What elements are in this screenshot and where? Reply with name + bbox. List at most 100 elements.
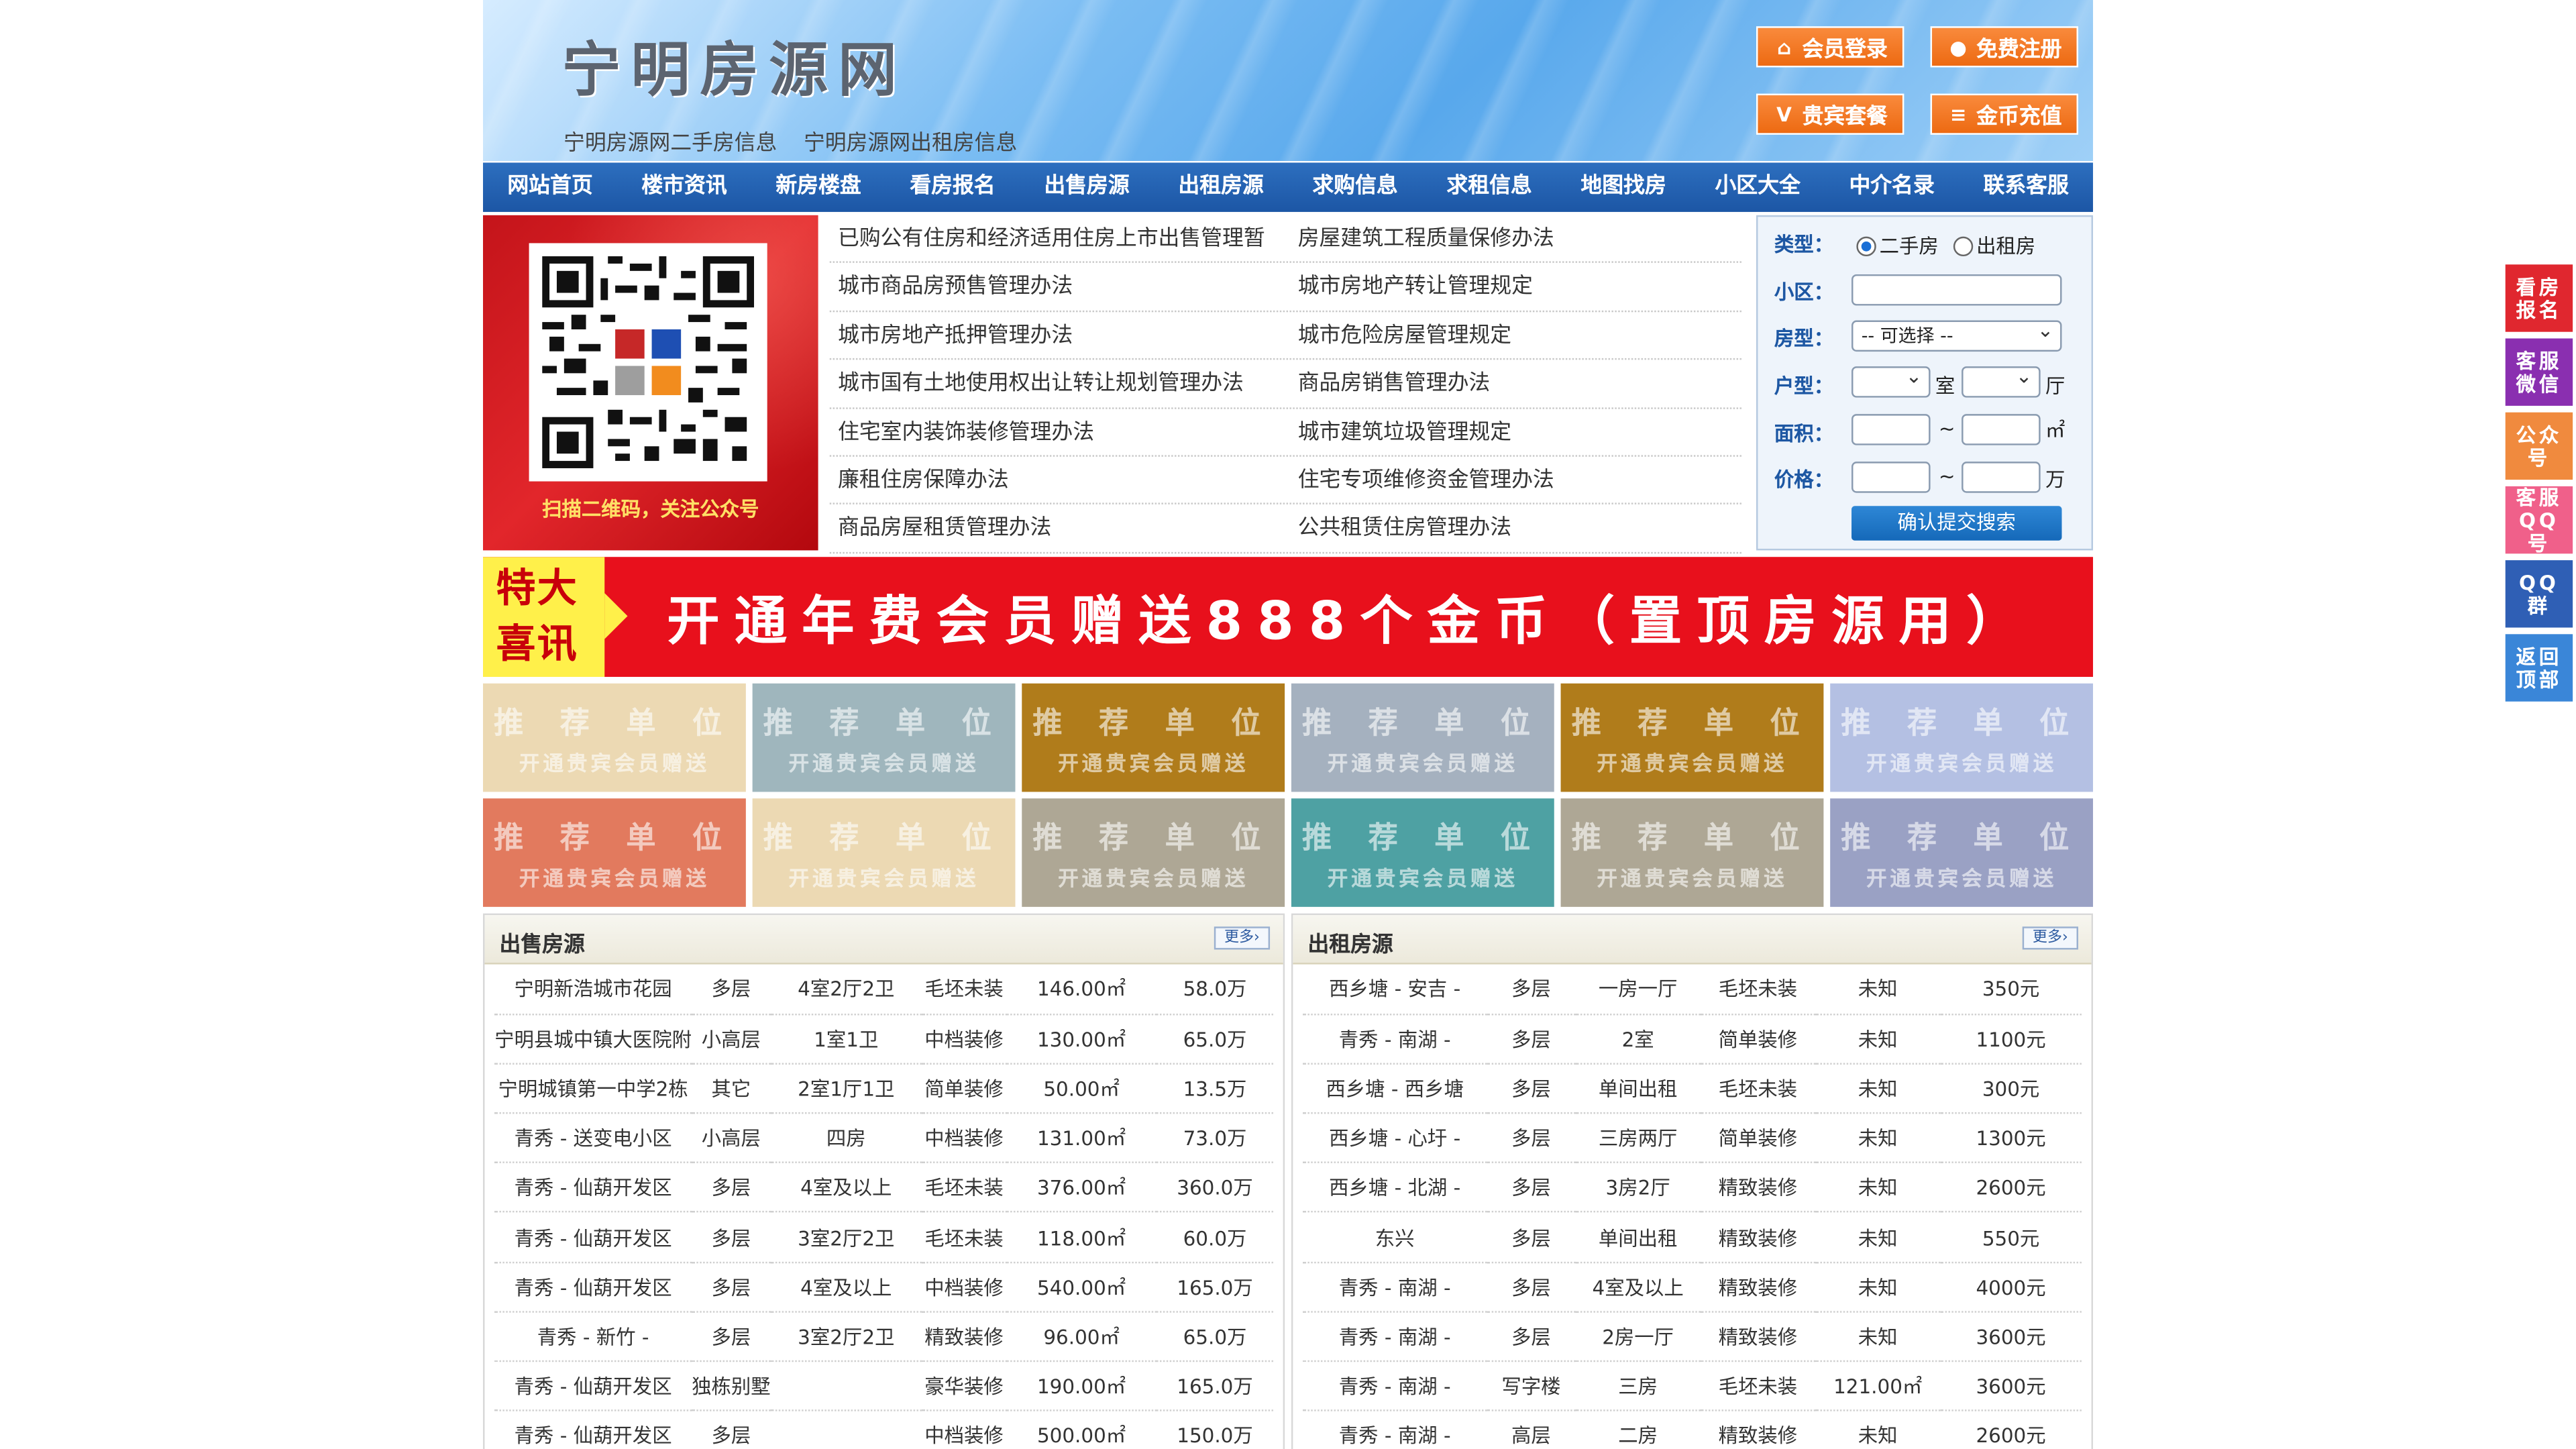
secondhand-link[interactable]: 宁明房源网二手房信息 bbox=[564, 131, 777, 156]
table-row[interactable]: 青秀 - 仙葫开发区 多层 4室及以上 中档装修 540.00㎡ 165.0万 bbox=[494, 1262, 1273, 1313]
policy-link[interactable]: 商品房销售管理办法 bbox=[1289, 360, 1750, 407]
vip-package-button[interactable]: V 贵宾套餐 bbox=[1756, 93, 1904, 135]
side-float-button[interactable]: 返回顶部 bbox=[2505, 634, 2573, 702]
nav-new-homes[interactable]: 新房楼盘 bbox=[751, 162, 885, 211]
policy-link[interactable]: 廉租住房保障办法 bbox=[830, 457, 1290, 504]
site-logo[interactable]: 宁明房源网 bbox=[562, 23, 907, 108]
table-row[interactable]: 青秀 - 仙葫开发区 独栋别墅 豪华装修 190.00㎡ 165.0万 bbox=[494, 1360, 1273, 1412]
promo-banner[interactable]: 特大 喜讯 开通年费会员赠送888个金币（置顶房源用） bbox=[483, 557, 2094, 677]
policy-link[interactable]: 已购公有住房和经济适用住房上市出售管理暂 bbox=[830, 215, 1290, 262]
table-row[interactable]: 青秀 - 送变电小区 小高层 四房 中档装修 131.00㎡ 73.0万 bbox=[494, 1113, 1273, 1164]
nav-home[interactable]: 网站首页 bbox=[483, 162, 617, 211]
table-cell[interactable]: 青秀 - 仙葫开发区 bbox=[494, 1360, 692, 1412]
policy-link[interactable]: 城市国有土地使用权出让转让规划管理办法 bbox=[830, 360, 1290, 407]
table-row[interactable]: 宁明新浩城市花园 多层 4室2厅2卫 毛坯未装 146.00㎡ 58.0万 bbox=[494, 964, 1273, 1015]
table-row[interactable]: 西乡塘 - 北湖 - 多层 3房2厅 精致装修 未知 2600元 bbox=[1303, 1163, 2082, 1214]
table-row[interactable]: 青秀 - 南湖 - 多层 4室及以上 精致装修 未知 4000元 bbox=[1303, 1262, 2082, 1313]
nav-map-search[interactable]: 地图找房 bbox=[1556, 162, 1690, 211]
table-cell[interactable]: 东兴 bbox=[1303, 1212, 1487, 1263]
table-cell[interactable]: 西乡塘 - 安吉 - bbox=[1303, 964, 1487, 1015]
nav-for-sale[interactable]: 出售房源 bbox=[1020, 162, 1154, 211]
recommended-unit-tile[interactable]: 推 荐 单 位开通贵宾会员赠送 bbox=[752, 683, 1016, 792]
policy-link[interactable]: 房屋建筑工程质量保修办法 bbox=[1289, 215, 1750, 262]
search-submit-button[interactable]: 确认提交搜索 bbox=[1851, 506, 2062, 541]
policy-link[interactable]: 城市危险房屋管理规定 bbox=[1289, 312, 1750, 359]
table-cell[interactable]: 青秀 - 南湖 - bbox=[1303, 1311, 1487, 1362]
recommended-unit-tile[interactable]: 推 荐 单 位开通贵宾会员赠送 bbox=[483, 798, 746, 907]
login-button[interactable]: ⌂ 会员登录 bbox=[1756, 26, 1904, 68]
sale-more-button[interactable]: 更多› bbox=[1214, 926, 1271, 950]
nav-contact[interactable]: 联系客服 bbox=[1959, 162, 2093, 211]
table-cell[interactable]: 宁明新浩城市花园 bbox=[494, 964, 692, 1015]
table-row[interactable]: 西乡塘 - 心圩 - 多层 三房两厅 简单装修 未知 1300元 bbox=[1303, 1113, 2082, 1164]
table-cell[interactable]: 青秀 - 送变电小区 bbox=[494, 1113, 692, 1164]
table-row[interactable]: 青秀 - 南湖 - 高层 二房 精致装修 未知 2600元 bbox=[1303, 1410, 2082, 1449]
nav-news[interactable]: 楼市资讯 bbox=[617, 162, 751, 211]
table-cell[interactable]: 青秀 - 南湖 - bbox=[1303, 1014, 1487, 1065]
room-type-select[interactable]: -- 可选择 -- bbox=[1851, 317, 2062, 352]
policy-link[interactable]: 城市房地产转让管理规定 bbox=[1289, 264, 1750, 311]
table-cell[interactable]: 西乡塘 - 西乡塘 bbox=[1303, 1063, 1487, 1114]
policy-link[interactable]: 商品房屋租赁管理办法 bbox=[830, 505, 1290, 552]
policy-link[interactable]: 公共租赁住房管理办法 bbox=[1289, 505, 1750, 552]
side-float-button[interactable]: 看房报名 bbox=[2505, 264, 2573, 332]
community-input[interactable] bbox=[1851, 274, 2062, 306]
recommended-unit-tile[interactable]: 推 荐 单 位开通贵宾会员赠送 bbox=[1291, 683, 1554, 792]
table-cell[interactable]: 青秀 - 南湖 - bbox=[1303, 1410, 1487, 1449]
table-row[interactable]: 青秀 - 南湖 - 多层 2房一厅 精致装修 未知 3600元 bbox=[1303, 1311, 2082, 1362]
nav-agencies[interactable]: 中介名录 bbox=[1825, 162, 1959, 211]
recommended-unit-tile[interactable]: 推 荐 单 位开通贵宾会员赠送 bbox=[752, 798, 1016, 907]
table-row[interactable]: 青秀 - 仙葫开发区 多层 3室2厅2卫 毛坯未装 118.00㎡ 60.0万 bbox=[494, 1212, 1273, 1263]
table-row[interactable]: 宁明县城中镇大医院附 小高层 1室1卫 中档装修 130.00㎡ 65.0万 bbox=[494, 1014, 1273, 1065]
rental-link[interactable]: 宁明房源网出租房信息 bbox=[804, 131, 1017, 156]
type-radio-rental[interactable]: 出租房 bbox=[1953, 231, 2035, 260]
side-float-button[interactable]: 客服QQ号 bbox=[2505, 486, 2573, 555]
nav-communities[interactable]: 小区大全 bbox=[1690, 162, 1825, 211]
nav-for-rent[interactable]: 出租房源 bbox=[1154, 162, 1288, 211]
policy-link[interactable]: 城市商品房预售管理办法 bbox=[830, 264, 1290, 311]
halls-select[interactable] bbox=[1962, 363, 2041, 398]
policy-link[interactable]: 城市房地产抵押管理办法 bbox=[830, 312, 1290, 359]
table-row[interactable]: 东兴 多层 单间出租 精致装修 未知 550元 bbox=[1303, 1212, 2082, 1263]
table-cell[interactable]: 宁明城镇第一中学2栋 bbox=[494, 1063, 692, 1114]
table-row[interactable]: 青秀 - 仙葫开发区 多层 4室及以上 毛坯未装 376.00㎡ 360.0万 bbox=[494, 1163, 1273, 1214]
coin-recharge-button[interactable]: ≡ 金币充值 bbox=[1930, 93, 2078, 135]
table-row[interactable]: 青秀 - 南湖 - 多层 2室 简单装修 未知 1100元 bbox=[1303, 1014, 2082, 1065]
table-cell[interactable]: 青秀 - 南湖 - bbox=[1303, 1360, 1487, 1412]
rent-more-button[interactable]: 更多› bbox=[2022, 926, 2078, 950]
area-min-input[interactable] bbox=[1851, 414, 1931, 445]
table-row[interactable]: 青秀 - 新竹 - 多层 3室2厅2卫 精致装修 96.00㎡ 65.0万 bbox=[494, 1311, 1273, 1362]
table-cell[interactable]: 西乡塘 - 北湖 - bbox=[1303, 1163, 1487, 1214]
table-cell[interactable]: 青秀 - 仙葫开发区 bbox=[494, 1410, 692, 1449]
table-row[interactable]: 青秀 - 南湖 - 写字楼 三房 毛坯未装 121.00㎡ 3600元 bbox=[1303, 1360, 2082, 1412]
table-cell[interactable]: 青秀 - 南湖 - bbox=[1303, 1262, 1487, 1313]
recommended-unit-tile[interactable]: 推 荐 单 位开通贵宾会员赠送 bbox=[1560, 798, 1824, 907]
policy-link[interactable]: 住宅专项维修资金管理办法 bbox=[1289, 457, 1750, 504]
table-cell[interactable]: 宁明县城中镇大医院附 bbox=[494, 1014, 692, 1065]
recommended-unit-tile[interactable]: 推 荐 单 位开通贵宾会员赠送 bbox=[1291, 798, 1554, 907]
rooms-select[interactable] bbox=[1851, 363, 1931, 398]
table-row[interactable]: 青秀 - 仙葫开发区 多层 中档装修 500.00㎡ 150.0万 bbox=[494, 1410, 1273, 1449]
recommended-unit-tile[interactable]: 推 荐 单 位开通贵宾会员赠送 bbox=[1022, 683, 1285, 792]
recommended-unit-tile[interactable]: 推 荐 单 位开通贵宾会员赠送 bbox=[1022, 798, 1285, 907]
register-button[interactable]: ● 免费注册 bbox=[1930, 26, 2078, 68]
table-cell[interactable]: 青秀 - 仙葫开发区 bbox=[494, 1163, 692, 1214]
nav-wanted-rent[interactable]: 求租信息 bbox=[1422, 162, 1556, 211]
recommended-unit-tile[interactable]: 推 荐 单 位开通贵宾会员赠送 bbox=[1830, 798, 2094, 907]
recommended-unit-tile[interactable]: 推 荐 单 位开通贵宾会员赠送 bbox=[1830, 683, 2094, 792]
nav-viewing-signup[interactable]: 看房报名 bbox=[885, 162, 1020, 211]
policy-link[interactable]: 城市建筑垃圾管理规定 bbox=[1289, 409, 1750, 455]
nav-wanted-buy[interactable]: 求购信息 bbox=[1288, 162, 1422, 211]
price-min-input[interactable] bbox=[1851, 462, 1931, 493]
price-max-input[interactable] bbox=[1962, 462, 2041, 493]
table-cell[interactable]: 青秀 - 新竹 - bbox=[494, 1311, 692, 1362]
side-float-button[interactable]: 客服微信 bbox=[2505, 338, 2573, 406]
area-max-input[interactable] bbox=[1962, 414, 2041, 445]
table-cell[interactable]: 青秀 - 仙葫开发区 bbox=[494, 1262, 692, 1313]
recommended-unit-tile[interactable]: 推 荐 单 位开通贵宾会员赠送 bbox=[483, 683, 746, 792]
side-float-button[interactable]: 公众号 bbox=[2505, 412, 2573, 480]
type-radio-secondhand[interactable]: 二手房 bbox=[1856, 231, 1939, 260]
table-cell[interactable]: 西乡塘 - 心圩 - bbox=[1303, 1113, 1487, 1164]
table-row[interactable]: 宁明城镇第一中学2栋 其它 2室1厅1卫 简单装修 50.00㎡ 13.5万 bbox=[494, 1063, 1273, 1114]
side-float-button[interactable]: QQ群 bbox=[2505, 560, 2573, 628]
